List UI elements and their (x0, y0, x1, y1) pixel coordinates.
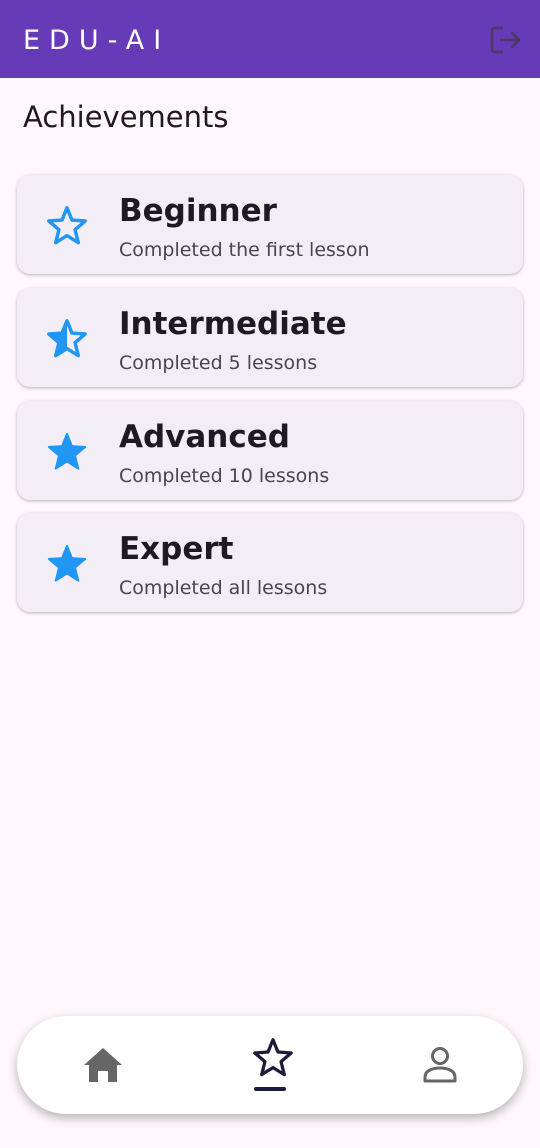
achievement-description: Completed the first lesson (119, 239, 370, 261)
achievement-card-advanced: Advanced Completed 10 lessons (17, 401, 523, 500)
achievement-description: Completed all lessons (119, 577, 328, 599)
star-filled-icon (47, 544, 87, 582)
achievement-card-intermediate: Intermediate Completed 5 lessons (17, 288, 523, 387)
person-icon (423, 1047, 457, 1083)
achievement-card-beginner: Beginner Completed the first lesson (17, 175, 523, 274)
app-bar: EDU-AI (0, 0, 540, 78)
home-icon (84, 1048, 122, 1082)
star-half-icon (47, 319, 87, 358)
achievement-title: Expert (119, 531, 234, 567)
page-title: Achievements (23, 100, 229, 134)
achievement-description: Completed 5 lessons (119, 352, 318, 374)
star-filled-icon (47, 432, 87, 470)
achievement-description: Completed 10 lessons (119, 465, 330, 487)
achievement-title: Beginner (119, 193, 277, 229)
nav-profile-button[interactable] (398, 1028, 478, 1102)
star-outline-icon (47, 206, 87, 245)
nav-selected-indicator (254, 1087, 286, 1091)
star-outline-icon (253, 1038, 293, 1077)
achievement-title: Advanced (119, 419, 290, 455)
logout-button[interactable] (488, 24, 522, 56)
achievement-card-expert: Expert Completed all lessons (17, 513, 523, 612)
logout-icon (490, 26, 521, 54)
achievement-title: Intermediate (119, 306, 347, 342)
nav-home-button[interactable] (63, 1028, 143, 1102)
app-title: EDU-AI (23, 25, 171, 56)
bottom-navigation (17, 1016, 523, 1114)
